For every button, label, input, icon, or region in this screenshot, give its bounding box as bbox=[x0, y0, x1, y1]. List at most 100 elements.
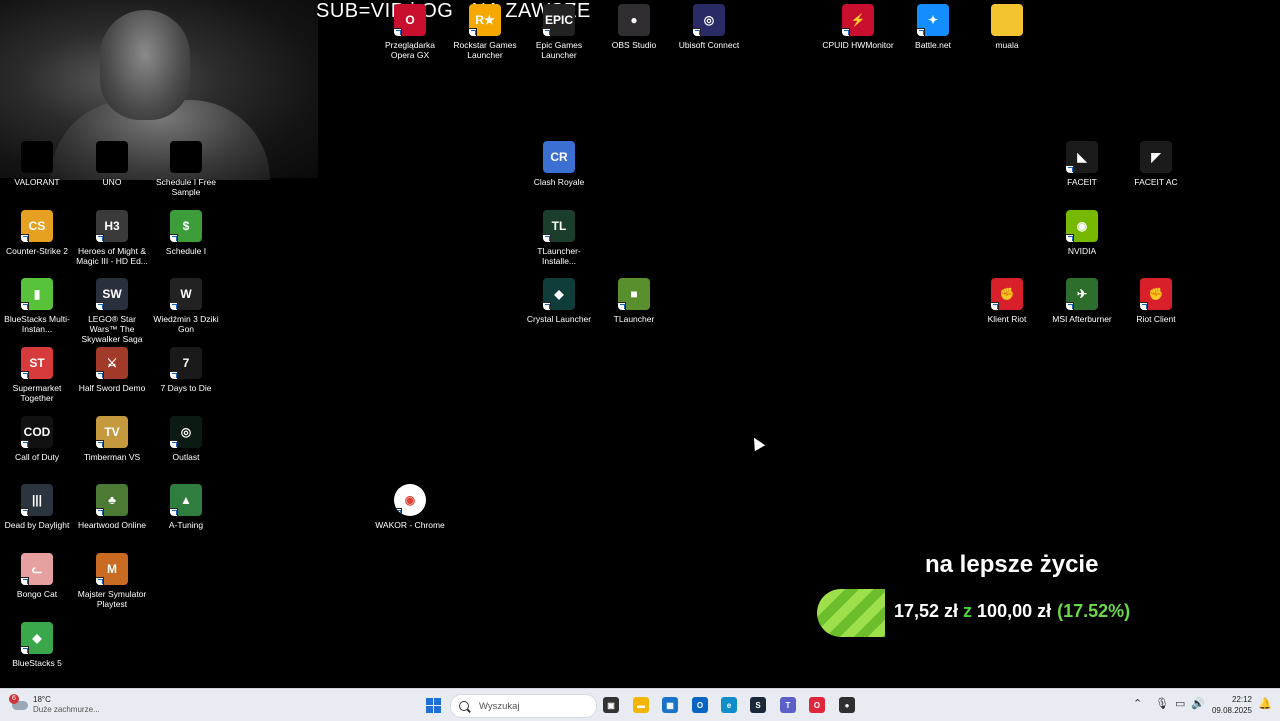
majster-symulator-playtest-icon: M bbox=[96, 553, 128, 585]
desktop-icon-label: NVIDIA bbox=[1067, 246, 1097, 256]
notification-bell-icon[interactable]: 🔔 bbox=[1258, 697, 1272, 710]
cloud-icon: 6 bbox=[9, 694, 30, 713]
desktop-icon-label: BlueStacks Multi-Instan... bbox=[4, 314, 70, 334]
clock-date: 09.08.2025 bbox=[1211, 706, 1252, 715]
desktop-icon-ubisoft-connect[interactable]: ◎ Ubisoft Connect bbox=[673, 4, 745, 50]
taskbar-steam-icon[interactable]: S bbox=[750, 697, 766, 713]
start-button[interactable] bbox=[426, 698, 441, 713]
taskbar-file-explorer-icon[interactable]: ▬ bbox=[633, 697, 649, 713]
desktop-icon-valorant[interactable]: VALORANT bbox=[1, 141, 73, 187]
desktop-icon-schedule-i[interactable]: $ Schedule I bbox=[150, 210, 222, 256]
desktop-icon-faceit[interactable]: ◣ FACEIT bbox=[1046, 141, 1118, 187]
volume-icon[interactable]: 🔊 bbox=[1191, 697, 1205, 710]
desktop-icon-label: Klient Riot bbox=[987, 314, 1027, 324]
weather-widget[interactable]: 6 18°C Duże zachmurze... bbox=[9, 693, 100, 717]
desktop-icon-timberman-vs[interactable]: TV Timberman VS bbox=[76, 416, 148, 462]
desktop-icon-label: muala bbox=[995, 40, 1019, 50]
desktop-icon-outlast[interactable]: ◎ Outlast bbox=[150, 416, 222, 462]
taskbar-opera-gx-icon[interactable]: O bbox=[809, 697, 825, 713]
desktop-icon-uno[interactable]: UNO bbox=[76, 141, 148, 187]
desktop-icon-label: TLauncher-Installe... bbox=[537, 246, 581, 266]
microphone-icon[interactable]: 🎙 bbox=[1155, 697, 1169, 710]
desktop-icon-label: Dead by Daylight bbox=[4, 520, 70, 530]
desktop-icon-label: Riot Client bbox=[1136, 314, 1176, 324]
desktop-icon-a-tuning[interactable]: ▲ A-Tuning bbox=[150, 484, 222, 530]
riot-client-icon: ✊ bbox=[1140, 278, 1172, 310]
tlauncher-installe-icon: TL bbox=[543, 210, 575, 242]
desktop-icon-label: Ubisoft Connect bbox=[678, 40, 740, 50]
desktop-icon-nvidia[interactable]: ◉ NVIDIA bbox=[1046, 210, 1118, 256]
desktop-icon-wied-min-3-dziki-gon[interactable]: W Wiedźmin 3 Dziki Gon bbox=[150, 278, 222, 334]
taskbar-teams-icon[interactable]: T bbox=[780, 697, 796, 713]
shortcut-arrow-icon bbox=[21, 302, 29, 310]
desktop-icon-majster-symulator-playtest[interactable]: M Majster Symulator Playtest bbox=[76, 553, 148, 609]
taskbar-edge-icon[interactable]: e bbox=[721, 697, 737, 713]
call-of-duty-icon: COD bbox=[21, 416, 53, 448]
donation-goal-separator: z bbox=[963, 601, 973, 621]
taskbar-clock[interactable]: 22:12 09.08.2025 bbox=[1208, 694, 1252, 716]
shortcut-arrow-icon bbox=[618, 302, 626, 310]
desktop-icon-riot-client[interactable]: ✊ Riot Client bbox=[1120, 278, 1192, 324]
desktop-icon-crystal-launcher[interactable]: ◆ Crystal Launcher bbox=[523, 278, 595, 324]
desktop-icon-msi-afterburner[interactable]: ✈ MSI Afterburner bbox=[1046, 278, 1118, 324]
taskbar-microsoft-store-icon[interactable]: ▦ bbox=[662, 697, 678, 713]
desktop-icon-tlauncher-installe[interactable]: TL TLauncher-Installe... bbox=[523, 210, 595, 266]
desktop-icon-label: Battle.net bbox=[915, 40, 951, 50]
desktop-icon-label: OBS Studio bbox=[611, 40, 657, 50]
desktop-icon-epic-games-launcher[interactable]: EPIC Epic Games Launcher bbox=[523, 4, 595, 60]
taskbar-obs-recording-icon[interactable]: ● bbox=[839, 697, 855, 713]
uno-icon bbox=[96, 141, 128, 173]
shortcut-arrow-icon bbox=[96, 508, 104, 516]
network-icon[interactable]: ▭ bbox=[1175, 697, 1185, 710]
desktop-icon-muala[interactable]: muala bbox=[971, 4, 1043, 50]
desktop-icon-bluestacks-multi-instan[interactable]: ▮ BlueStacks Multi-Instan... bbox=[1, 278, 73, 334]
search-placeholder: Wyszukaj bbox=[479, 700, 520, 712]
msi-afterburner-icon: ✈ bbox=[1066, 278, 1098, 310]
desktop-icon-half-sword-demo[interactable]: ⚔ Half Sword Demo bbox=[76, 347, 148, 393]
desktop-icon-przegl-darka-opera-gx[interactable]: O Przeglądarka Opera GX bbox=[374, 4, 446, 60]
taskbar-outlook-icon[interactable]: O bbox=[692, 697, 708, 713]
faceit-icon: ◣ bbox=[1066, 141, 1098, 173]
desktop-icon-label: VALORANT bbox=[14, 177, 60, 187]
desktop-icon-call-of-duty[interactable]: COD Call of Duty bbox=[1, 416, 73, 462]
shortcut-arrow-icon bbox=[96, 302, 104, 310]
shortcut-arrow-icon bbox=[693, 28, 701, 36]
chevron-up-icon[interactable]: ⌃ bbox=[1133, 697, 1142, 710]
shortcut-arrow-icon bbox=[96, 234, 104, 242]
shortcut-arrow-icon bbox=[21, 234, 29, 242]
desktop-icon-klient-riot[interactable]: ✊ Klient Riot bbox=[971, 278, 1043, 324]
desktop-icon-label: Schedule I Free Sample bbox=[155, 177, 216, 197]
shortcut-arrow-icon bbox=[917, 28, 925, 36]
desktop-icon-label: Counter-Strike 2 bbox=[6, 246, 68, 256]
desktop-icon-heartwood-online[interactable]: ♣ Heartwood Online bbox=[76, 484, 148, 530]
desktop-icon-dead-by-daylight[interactable]: ||| Dead by Daylight bbox=[1, 484, 73, 530]
desktop-icon-tlauncher[interactable]: ■ TLauncher bbox=[598, 278, 670, 324]
tlauncher-icon: ■ bbox=[618, 278, 650, 310]
desktop-icon-battle-net[interactable]: ✦ Battle.net bbox=[897, 4, 969, 50]
shortcut-arrow-icon bbox=[1066, 302, 1074, 310]
desktop-icon-bluestacks-5[interactable]: ◆ BlueStacks 5 bbox=[1, 622, 73, 668]
clash-royale-icon: CR bbox=[543, 141, 575, 173]
desktop-icon-7-days-to-die[interactable]: 7 7 Days to Die bbox=[150, 347, 222, 393]
desktop-icon-cpuid-hwmonitor[interactable]: ⚡ CPUID HWMonitor bbox=[822, 4, 894, 50]
desktop-icon-label: Przeglądarka Opera GX bbox=[384, 40, 436, 60]
desktop-icon-supermarket-together[interactable]: ST Supermarket Together bbox=[1, 347, 73, 403]
faceit-ac-icon: ◤ bbox=[1140, 141, 1172, 173]
bluestacks-5-icon: ◆ bbox=[21, 622, 53, 654]
desktop-icon-rockstar-games-launcher[interactable]: R★ Rockstar Games Launcher bbox=[449, 4, 521, 60]
search-icon bbox=[459, 701, 469, 711]
desktop-icon-bongo-cat[interactable]: ᓚ Bongo Cat bbox=[1, 553, 73, 599]
taskbar-search[interactable]: Wyszukaj bbox=[450, 694, 597, 718]
taskbar-task-view-icon[interactable]: ▣ bbox=[603, 697, 619, 713]
wied-min-3-dziki-gon-icon: W bbox=[170, 278, 202, 310]
desktop-icon-counter-strike-2[interactable]: CS Counter-Strike 2 bbox=[1, 210, 73, 256]
desktop-icon-clash-royale[interactable]: CR Clash Royale bbox=[523, 141, 595, 187]
desktop-icon-obs-studio[interactable]: ● OBS Studio bbox=[598, 4, 670, 50]
windows-logo-icon bbox=[426, 698, 433, 705]
desktop-icon-faceit-ac[interactable]: ◤ FACEIT AC bbox=[1120, 141, 1192, 187]
desktop-icon-lego-star-wars-the-skywalker-saga[interactable]: SW LEGO® Star Wars™ The Skywalker Saga bbox=[76, 278, 148, 344]
desktop-icon-schedule-i-free-sample[interactable]: Schedule I Free Sample bbox=[150, 141, 222, 197]
desktop-icon-label: Half Sword Demo bbox=[78, 383, 146, 393]
desktop-icon-heroes-of-might-magic-iii-hd-ed[interactable]: H3 Heroes of Might & Magic III - HD Ed... bbox=[76, 210, 148, 266]
desktop-icon-wakor-chrome[interactable]: ◉ WAKOR - Chrome bbox=[374, 484, 446, 530]
